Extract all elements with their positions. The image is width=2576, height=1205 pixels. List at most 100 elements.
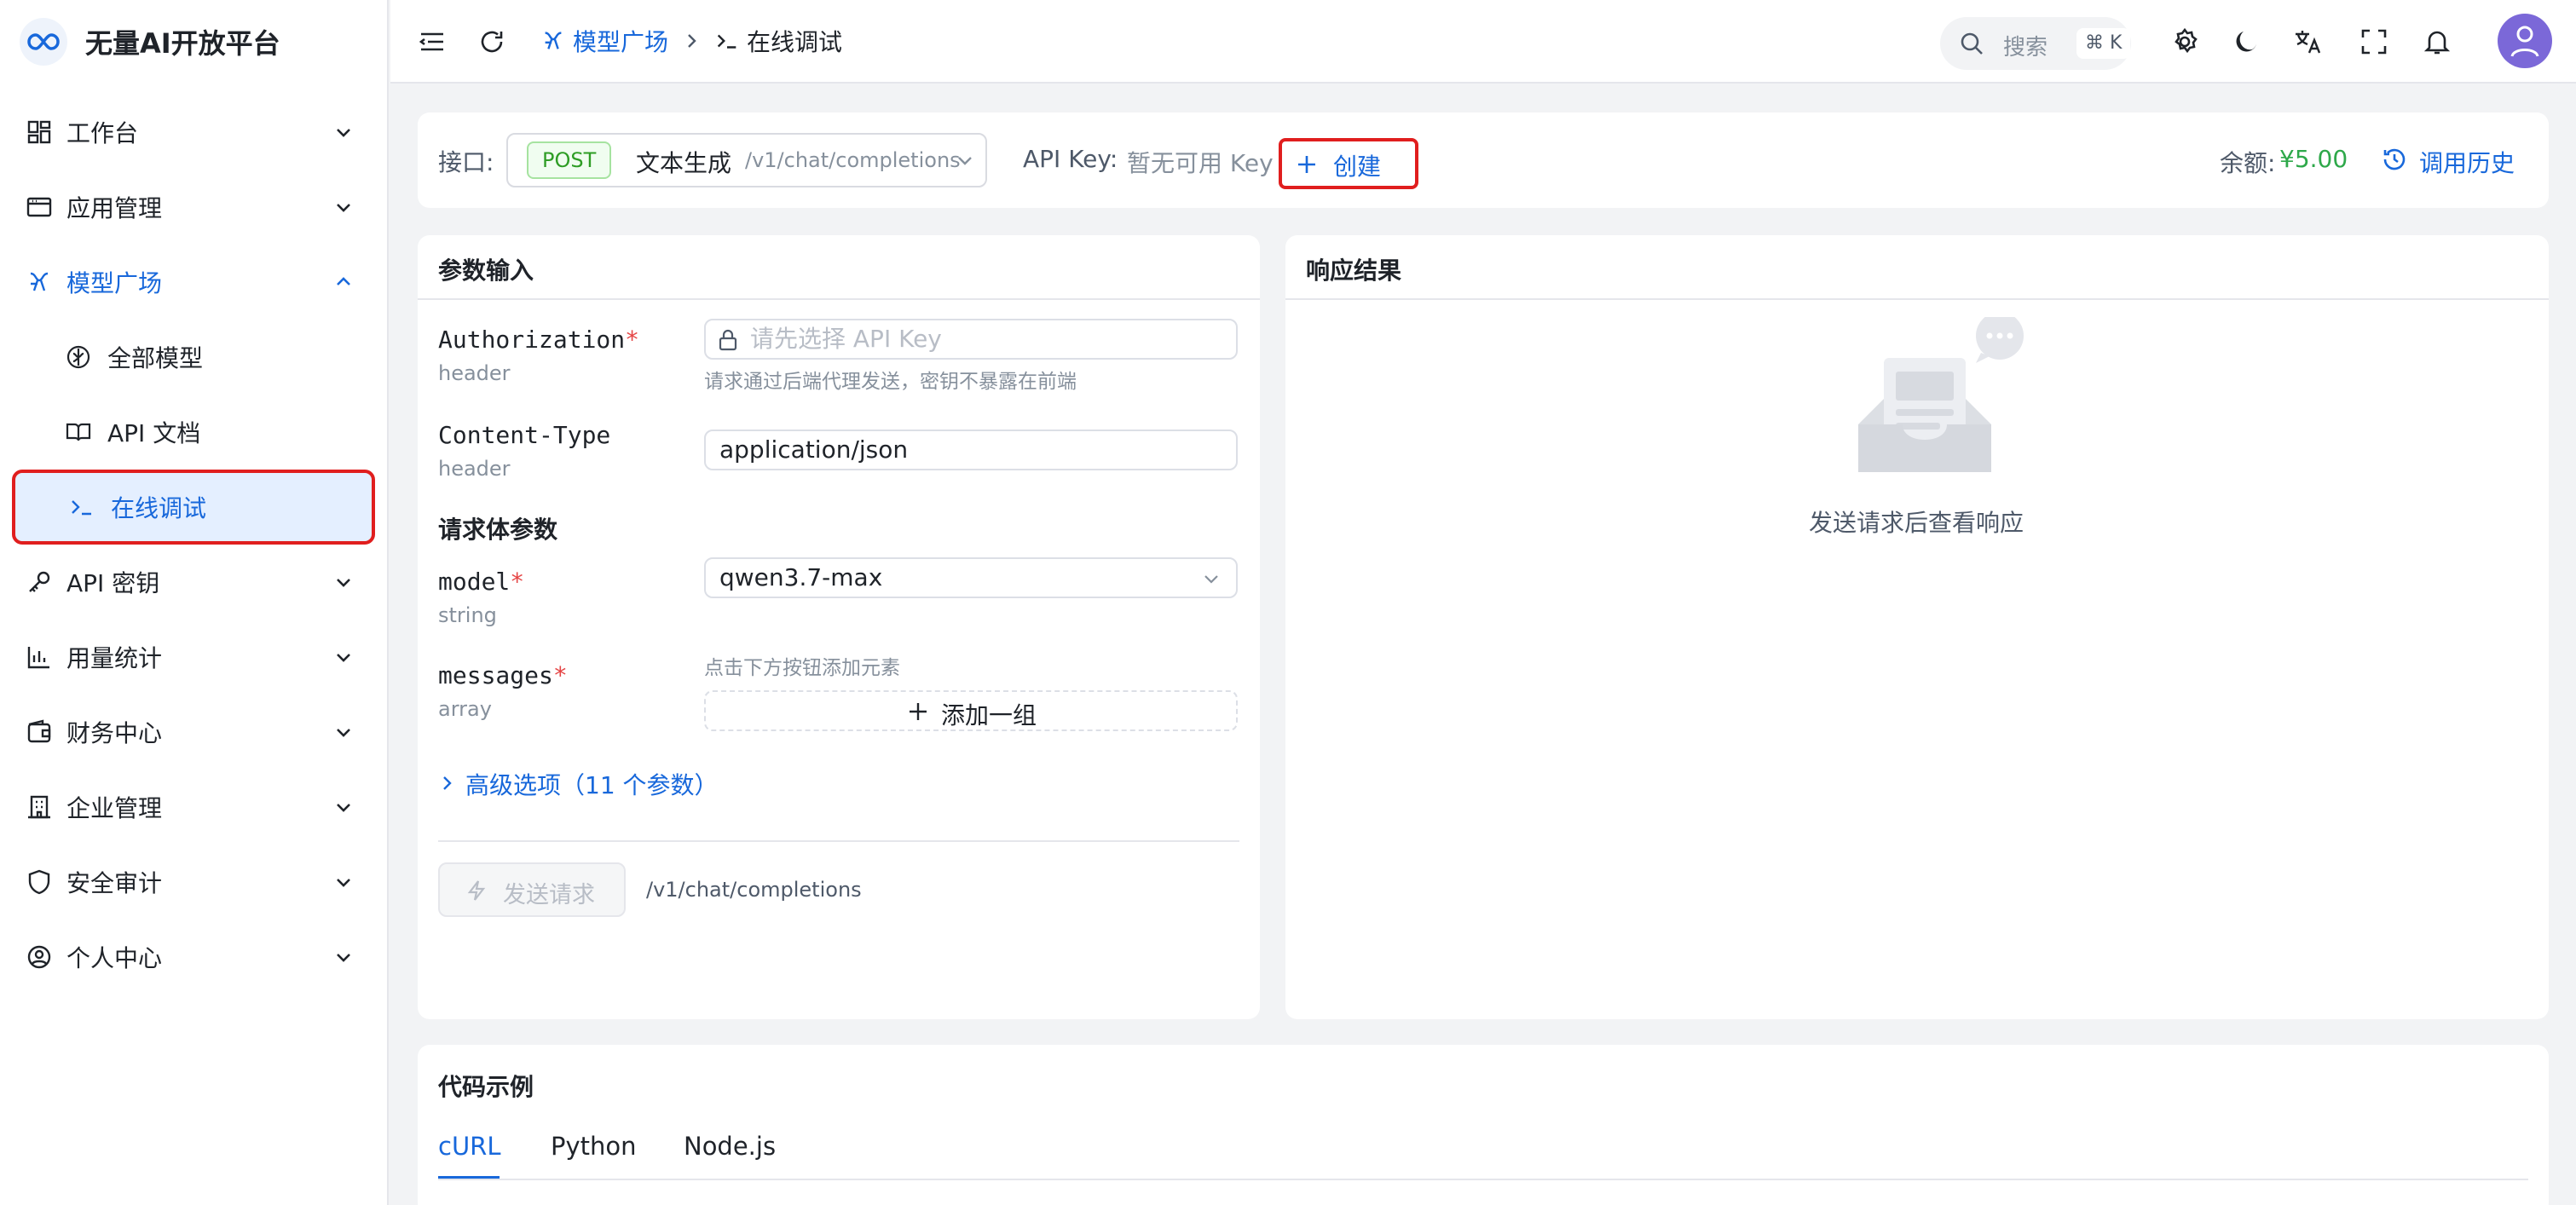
user-circle-icon (27, 945, 51, 969)
sidebar-item-workbench[interactable]: 工作台 (0, 98, 389, 166)
response-panel: 响应结果 发送请求后查看响应 (1285, 235, 2549, 1019)
chevron-down-icon (337, 579, 350, 587)
model-icon (545, 32, 562, 49)
avatar[interactable] (2498, 14, 2552, 68)
create-key-button[interactable]: 创建 (1279, 138, 1418, 189)
response-empty-text: 发送请求后查看响应 (1809, 509, 2024, 537)
param-messages-type: array (438, 697, 492, 721)
sidebar-subitem-online-debug[interactable]: 在线调试 (12, 470, 375, 545)
param-messages-name: messages* (438, 661, 568, 689)
content-type-input[interactable]: application/json (704, 430, 1238, 470)
sidebar-item-personal[interactable]: 个人中心 (0, 923, 389, 991)
code-title: 代码示例 (438, 1073, 534, 1101)
menu-collapse-icon[interactable] (418, 27, 447, 56)
param-model-name: model* (438, 568, 524, 596)
plus-icon (1298, 156, 1315, 173)
chevron-up-icon (337, 277, 350, 285)
messages-hint: 点击下方按钮添加元素 (704, 657, 900, 679)
chevron-down-icon (337, 954, 350, 962)
method-badge: POST (527, 141, 612, 179)
brand-logo[interactable]: 无量AI开放平台 (19, 17, 280, 66)
param-messages-text: messages (438, 661, 553, 689)
endpoint-label: 接口: (438, 148, 494, 176)
sidebar-item-security-audit[interactable]: 安全审计 (0, 848, 389, 916)
breadcrumb: 模型广场 在线调试 (540, 24, 842, 58)
balance-label: 余额: (2220, 149, 2276, 177)
send-request-button[interactable]: 发送请求 (438, 862, 626, 917)
tab-curl[interactable]: cURL (438, 1132, 500, 1161)
sidebar-subitem-api-docs[interactable]: API 文档 (0, 398, 389, 466)
endpoint-path: /v1/chat/completions (745, 148, 961, 172)
model-select[interactable]: qwen3.7-max (704, 557, 1238, 598)
sidebar-item-enterprise[interactable]: 企业管理 (0, 773, 389, 841)
sidebar-item-apps[interactable]: 应用管理 (0, 173, 389, 241)
sidebar-subitem-all-models[interactable]: 全部模型 (0, 323, 389, 391)
bell-icon[interactable] (2423, 27, 2452, 56)
chevron-down-icon (337, 129, 350, 137)
book-icon (66, 423, 91, 441)
required-marker: * (510, 568, 525, 596)
sidebar-subitem-label: 全部模型 (107, 344, 204, 372)
shield-icon (28, 869, 50, 895)
sidebar-subitem-label: API 文档 (107, 419, 201, 447)
sidebar-item-usage[interactable]: 用量统计 (0, 623, 389, 691)
sidebar-item-label: 用量统计 (66, 644, 163, 672)
chevron-down-icon (337, 729, 350, 737)
breadcrumb-current: 在线调试 (747, 28, 843, 56)
call-history-button[interactable]: 调用历史 (2378, 140, 2532, 181)
param-model-type: string (438, 603, 497, 627)
lock-icon (719, 329, 737, 351)
sidebar-subitem-label: 在线调试 (111, 494, 207, 522)
bar-chart-icon (27, 647, 49, 669)
param-model-text: model (438, 568, 511, 596)
search-icon (1961, 32, 1983, 55)
create-key-label: 创建 (1333, 153, 1382, 181)
chevron-right-icon (688, 34, 696, 48)
brand-name: 无量AI开放平台 (85, 27, 280, 60)
divider (1285, 298, 2549, 300)
call-history-label: 调用历史 (2419, 149, 2515, 177)
translate-icon[interactable] (2293, 27, 2322, 56)
params-title: 参数输入 (438, 257, 534, 285)
add-group-button[interactable]: 添加一组 (704, 690, 1238, 731)
breadcrumb-link-model-plaza[interactable]: 模型广场 (573, 24, 668, 58)
required-marker: * (625, 326, 640, 354)
sidebar-item-label: API 密钥 (66, 569, 160, 597)
chevron-down-icon (337, 204, 350, 212)
apikey-label: API Key: (1023, 145, 1118, 173)
param-content-type-name: Content-Type (438, 421, 611, 449)
balance-value: ¥5.00 (2279, 145, 2348, 173)
refresh-icon[interactable] (477, 27, 506, 56)
tab-nodejs[interactable]: Node.js (684, 1132, 776, 1161)
sidebar: 无量AI开放平台 工作台 应用管理 模型广场 全部模型 API 文档 在线调试 … (0, 0, 389, 1205)
authorization-input[interactable]: 请先选择 API Key (704, 319, 1238, 360)
fullscreen-icon[interactable] (2359, 27, 2388, 56)
divider (418, 298, 1260, 300)
chevron-down-icon (958, 157, 972, 165)
sidebar-item-api-keys[interactable]: API 密钥 (0, 548, 389, 616)
terminal-icon (72, 500, 91, 516)
tab-python[interactable]: Python (551, 1132, 637, 1161)
search-button[interactable]: 搜索 ⌘ K (1940, 17, 2131, 70)
sidebar-item-label: 个人中心 (66, 944, 163, 972)
sidebar-item-label: 财务中心 (66, 719, 163, 747)
divider (438, 1179, 2528, 1180)
user-icon (2510, 26, 2539, 57)
advanced-options-label: 高级选项（11 个参数） (465, 771, 719, 799)
key-icon (29, 571, 50, 592)
send-path: /v1/chat/completions (646, 878, 862, 902)
required-marker: * (552, 661, 568, 689)
param-authorization-name: Authorization* (438, 326, 639, 354)
plus-icon (910, 703, 927, 720)
param-content-type-location: header (438, 457, 511, 481)
chevron-down-icon (1204, 575, 1218, 584)
authorization-hint: 请求通过后端代理发送，密钥不暴露在前端 (704, 371, 1077, 393)
moon-icon[interactable] (2232, 27, 2261, 56)
param-authorization-text: Authorization (438, 326, 626, 354)
sidebar-item-label: 模型广场 (66, 269, 163, 297)
param-authorization-location: header (438, 361, 511, 385)
gear-icon[interactable] (2170, 27, 2199, 56)
sidebar-item-finance[interactable]: 财务中心 (0, 698, 389, 766)
sidebar-item-model-plaza[interactable]: 模型广场 (0, 248, 389, 316)
sidebar-item-label: 应用管理 (66, 194, 163, 222)
